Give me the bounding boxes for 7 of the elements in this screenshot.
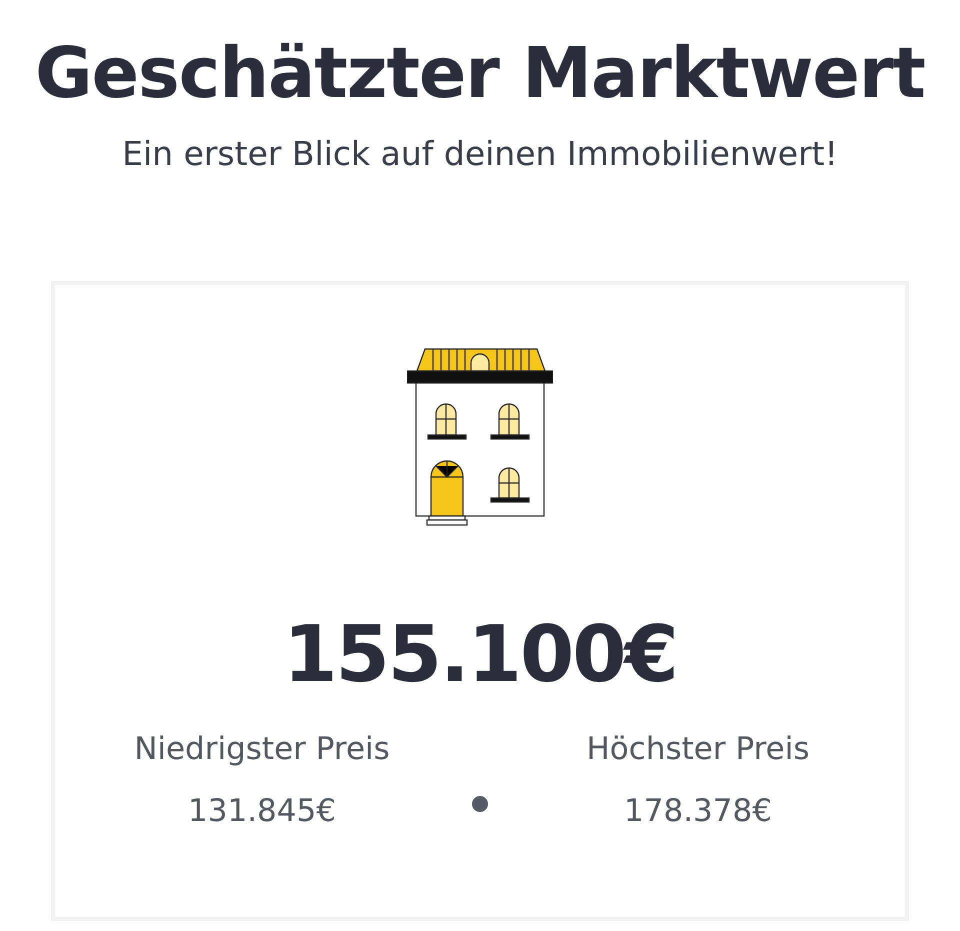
price-label: Niedrigster Preis bbox=[134, 730, 390, 769]
estimated-value: 155.100€ bbox=[283, 609, 677, 702]
price-value: 131.845€ bbox=[188, 792, 336, 831]
price-label: Höchster Preis bbox=[586, 730, 810, 769]
page-subtitle: Ein erster Blick auf deinen Immobilienwert! bbox=[122, 133, 838, 175]
price-value: 178.378€ bbox=[624, 792, 772, 831]
page-title: Geschätzter Marktwert bbox=[35, 31, 925, 116]
